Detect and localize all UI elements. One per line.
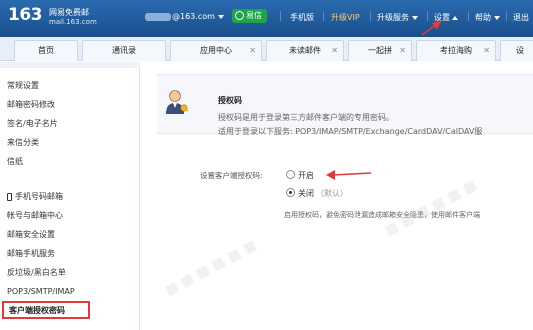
tab-label: 设 (516, 46, 524, 55)
close-icon[interactable]: ✕ (331, 41, 338, 61)
tab-label: 考拉海购 (440, 46, 472, 55)
sidebar-item-mail-filter[interactable]: 来信分类 (7, 137, 39, 148)
chevron-up-icon (452, 15, 458, 20)
tab-contacts[interactable]: 通讯录 (82, 40, 166, 61)
close-icon[interactable]: ✕ (399, 41, 406, 61)
header-divider (323, 11, 324, 21)
auth-code-setting-label: 设置客户端授权码: (200, 171, 263, 180)
sidebar-item-account-center[interactable]: 帐号与邮箱中心 (7, 210, 63, 221)
sidebar-item-pop3[interactable]: POP3/SMTP/IMAP (7, 287, 75, 296)
close-icon[interactable]: ✕ (483, 41, 490, 61)
radio-disable[interactable] (286, 188, 295, 197)
chevron-down-icon (412, 15, 418, 20)
sidebar-item-phone-service[interactable]: 邮箱手机服务 (7, 248, 55, 259)
yixin-button[interactable]: 易信 (232, 9, 267, 23)
yixin-icon (235, 11, 244, 20)
close-icon[interactable]: ✕ (249, 41, 256, 61)
tab-kaola[interactable]: 考拉海购 ✕ (416, 40, 496, 61)
tab-app-center[interactable]: 应用中心 ✕ (170, 40, 262, 61)
annotation-arrow-settings (421, 20, 442, 36)
sidebar-item-signature[interactable]: 签名/电子名片 (7, 118, 58, 129)
vip-link[interactable]: 升级VIP (331, 12, 360, 23)
radio-enable[interactable] (286, 170, 295, 179)
tab-label: 一起拼 (368, 46, 392, 55)
sidebar-item-password[interactable]: 邮箱密码修改 (7, 99, 55, 110)
header-divider (468, 11, 469, 21)
tab-settings[interactable]: 设 (500, 40, 533, 61)
account-name-blurred (145, 12, 171, 21)
sidebar-item-label: 手机号码邮箱 (15, 192, 63, 201)
account-domain: @163.com (172, 12, 215, 21)
sidebar-item-anti-spam[interactable]: 反垃圾/黑白名单 (7, 267, 66, 278)
user-key-icon (166, 90, 189, 114)
upgrade-service-label: 升级服务 (377, 13, 409, 22)
sidebar-item-client-auth-code[interactable]: 客户端授权密码 (2, 301, 90, 319)
radio-enable-label: 开启 (298, 171, 314, 180)
sidebar-top-band (0, 62, 140, 68)
sidebar-item-label: 客户端授权密码 (9, 306, 65, 315)
logo-domain: mail.163.com (49, 18, 97, 26)
tab-unread[interactable]: 未读邮件 ✕ (266, 40, 344, 61)
mobile-link[interactable]: 手机版 (290, 12, 314, 23)
help-label: 帮助 (475, 13, 491, 22)
header-divider (280, 11, 281, 21)
auth-code-services: 适用于登录以下服务: POP3/IMAP/SMTP/Exchange/CardD… (218, 127, 483, 136)
tab-strip: 首页 通讯录 应用中心 ✕ 未读邮件 ✕ 一起拼 ✕ 考拉海购 ✕ 设 (0, 37, 533, 61)
top-header: 163 网易免费邮 mail.163.com @163.com 易信 手机版 升… (0, 0, 533, 37)
sidebar-item-phone-mailbox[interactable]: 手机号码邮箱 (7, 191, 63, 202)
tab-label: 未读邮件 (289, 46, 321, 55)
header-divider (370, 11, 371, 21)
logout-link[interactable]: 退出 (513, 12, 529, 23)
sidebar-item-stationery[interactable]: 信纸 (7, 156, 23, 167)
auth-code-description: 授权码是用于登录第三方邮件客户端的专用密码。 (218, 113, 394, 122)
account-menu[interactable]: @163.com (145, 12, 224, 21)
annotation-arrow-enable (326, 170, 372, 180)
radio-default-note: （默认） (316, 189, 348, 198)
phone-icon (7, 192, 12, 201)
chevron-down-icon (494, 15, 500, 20)
radio-disable-label: 关闭 (298, 189, 314, 198)
auth-code-hint: 启用授权码，避免密码泄漏造成邮箱安全隐患，使用邮件客户端 (284, 211, 480, 219)
upgrade-service-menu[interactable]: 升级服务 (377, 12, 418, 23)
logo-title: 网易免费邮 (49, 8, 89, 17)
tab-pinduo[interactable]: 一起拼 ✕ (348, 40, 412, 61)
tab-label: 通讯录 (112, 46, 136, 55)
page-title: 授权码 (218, 96, 242, 105)
tab-label: 应用中心 (200, 46, 232, 55)
tab-home[interactable]: 首页 (14, 40, 78, 61)
header-divider (506, 11, 507, 21)
sidebar-item-general[interactable]: 常规设置 (7, 80, 39, 91)
logo[interactable]: 163 网易免费邮 mail.163.com (8, 5, 97, 26)
info-panel (157, 74, 533, 134)
sidebar-item-security[interactable]: 邮箱安全设置 (7, 229, 55, 240)
tab-label: 首页 (38, 46, 54, 55)
yixin-label: 易信 (246, 11, 262, 20)
chevron-down-icon (217, 14, 224, 19)
logo-number: 163 (8, 5, 43, 25)
help-menu[interactable]: 帮助 (475, 12, 500, 23)
